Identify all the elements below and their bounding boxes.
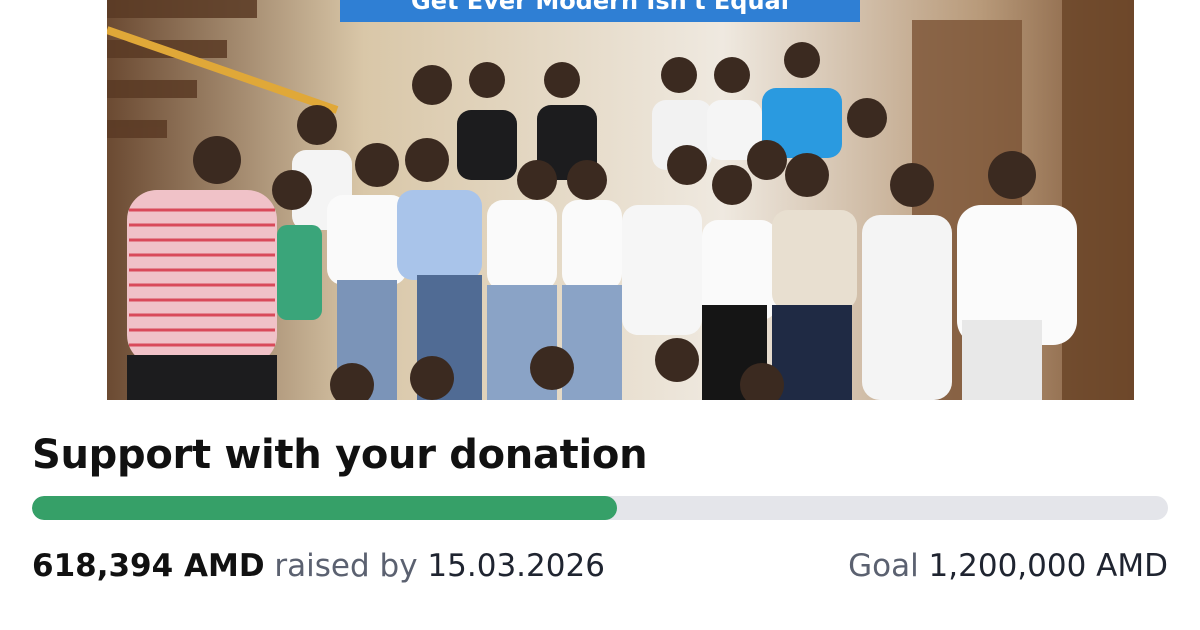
campaign-title: Support with your donation — [32, 432, 648, 478]
campaign-photo: Get Ever Modern Isn't Equal — [107, 0, 1134, 400]
raised-summary: 618,394 AMD raised by 15.03.2026 — [32, 548, 605, 584]
deadline-date: 15.03.2026 — [427, 548, 605, 584]
raised-amount: 618,394 AMD — [32, 548, 265, 584]
donation-progress-fill — [32, 496, 618, 520]
raised-label: raised by — [274, 548, 418, 584]
donation-progress-bar — [32, 496, 1168, 520]
goal-label: Goal — [848, 548, 919, 584]
goal-amount: 1,200,000 AMD — [928, 548, 1168, 584]
banner-text: Get Ever Modern Isn't Equal — [411, 0, 789, 15]
group-photo-image: Get Ever Modern Isn't Equal — [107, 0, 1134, 400]
goal-summary: Goal 1,200,000 AMD — [848, 548, 1168, 584]
